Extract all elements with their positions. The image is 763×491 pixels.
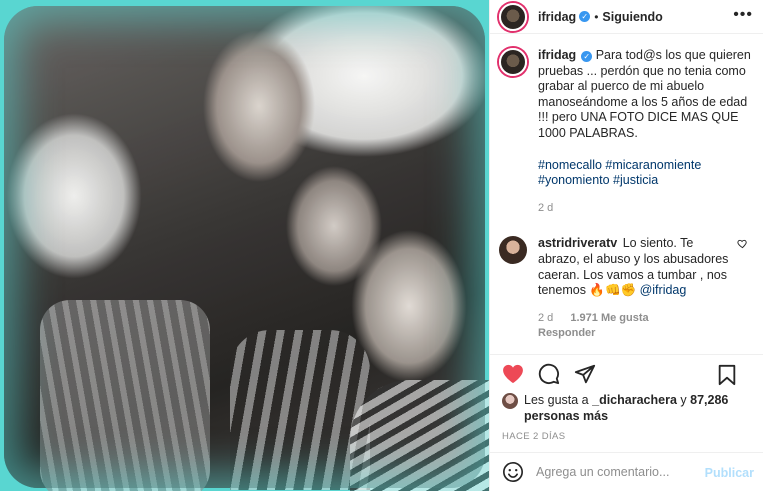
caption-hashtags[interactable]: #nomecallo #micaranomiente #yonomiento #… [538,158,751,189]
comment-mention[interactable]: @ifridag [640,283,687,297]
post-sidebar: ifridag ✓ • Siguiendo ••• ifridag ✓ Para … [489,0,763,491]
emoji-icon[interactable] [502,461,524,483]
reply-button[interactable]: Responder [538,327,595,339]
verified-badge-icon: ✓ [579,11,591,22]
instagram-post: ifridag ✓ • Siguiendo ••• ifridag ✓ Para … [0,0,763,491]
comment-input[interactable] [536,465,706,479]
comment-like-icon[interactable] [737,238,751,342]
likes-conj: y [680,393,687,407]
comment-time[interactable]: 2 d [538,312,553,324]
liker-username[interactable]: _dicharachera [592,393,677,407]
author-avatar[interactable] [499,2,527,31]
caption-username[interactable]: ifridag [538,48,576,62]
publish-button[interactable]: Publicar [705,466,754,480]
caption-meta: 2 d [538,201,751,217]
liker-avatar[interactable] [502,393,518,409]
action-bar [490,354,763,392]
post-date[interactable]: HACE 2 DÍAS [502,431,566,442]
share-icon[interactable] [574,363,596,385]
likes-summary: Les gusta a _dicharachera y 87,286 perso… [502,393,752,424]
post-header: ifridag ✓ • Siguiendo ••• [490,0,763,34]
comment-meta: 2 d 1.971 Me gusta Responder [538,311,737,342]
following-button[interactable]: Siguiendo [602,10,662,24]
comment-likes[interactable]: 1.971 Me gusta [570,312,648,324]
more-options-icon[interactable]: ••• [733,6,753,24]
caption: ifridag ✓ Para tod@s los que quieren prue… [499,48,751,216]
commenter-username[interactable]: astridriveratv [538,236,617,250]
separator: • [594,9,599,24]
comment-icon[interactable] [538,363,560,385]
caption-avatar[interactable] [499,48,527,76]
comment-composer: Publicar [490,452,763,491]
author-username[interactable]: ifridag [538,10,576,24]
comment-item: astridriveratv Lo siento. Te abrazo, el … [499,236,751,342]
post-photo[interactable] [0,0,489,491]
caption-time[interactable]: 2 d [538,202,553,214]
commenter-avatar[interactable] [499,236,527,265]
likes-prefix: Les gusta a [524,393,589,407]
comments-section: ifridag ✓ Para tod@s los que quieren prue… [490,34,763,354]
bookmark-icon[interactable] [716,364,738,386]
photo-vignette [4,6,485,488]
verified-badge-icon: ✓ [581,51,593,62]
like-heart-icon[interactable] [502,363,524,385]
